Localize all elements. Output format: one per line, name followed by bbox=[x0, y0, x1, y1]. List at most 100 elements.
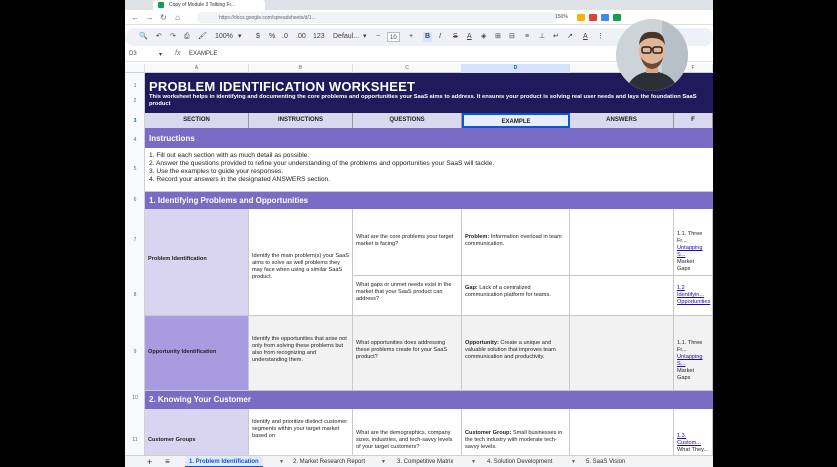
formula-input[interactable]: EXAMPLE bbox=[189, 51, 217, 57]
reference-cell[interactable]: 1.3. Custom... What They... bbox=[674, 409, 713, 455]
forward-icon[interactable]: → bbox=[145, 13, 154, 22]
column-header-b[interactable]: B bbox=[249, 64, 353, 73]
bold-button[interactable]: B bbox=[423, 32, 433, 42]
reference-link[interactable]: 1.2 Identifyin... bbox=[677, 285, 704, 298]
reference-link[interactable]: 1.3. Custom... bbox=[677, 433, 701, 446]
answer-cell[interactable] bbox=[570, 409, 674, 455]
add-sheet-button[interactable]: + bbox=[147, 456, 152, 467]
reference-cell[interactable]: 1.1. Three Fr... Untapping S... Market G… bbox=[674, 316, 713, 391]
browser-zoom-chip[interactable]: 150% bbox=[555, 14, 568, 20]
sheet-tab-saas-vision[interactable]: 5. SaaS Vision bbox=[586, 456, 625, 467]
font-color-icon[interactable]: A bbox=[583, 32, 588, 42]
horizontal-align-icon[interactable]: ≡ bbox=[525, 32, 529, 42]
question-cell[interactable]: What are the core problems your target m… bbox=[353, 209, 462, 276]
text-wrapping-icon[interactable]: ↵ bbox=[553, 32, 559, 42]
row-header[interactable]: 5 bbox=[125, 166, 145, 172]
example-cell[interactable]: Customer Group: Small businesses in the … bbox=[462, 409, 570, 455]
sheet-tab-market-research[interactable]: 2. Market Research Report bbox=[293, 456, 365, 467]
customer-instruction-cell[interactable]: Identify and prioritize distinct custome… bbox=[249, 409, 353, 455]
row-header[interactable]: 2 bbox=[125, 98, 145, 104]
opportunity-identification-label[interactable]: Opportunity Identification bbox=[145, 316, 249, 391]
row-header[interactable]: 6 bbox=[125, 197, 145, 203]
problem-identification-label[interactable]: Problem Identification bbox=[145, 209, 249, 316]
name-box[interactable]: D3 bbox=[129, 51, 137, 57]
text-rotation-icon[interactable]: ↗ bbox=[567, 32, 573, 42]
answer-cell[interactable] bbox=[570, 316, 674, 391]
sheet-tab-problem-identification[interactable]: 1. Problem Identification bbox=[185, 456, 263, 467]
increase-decimal-button[interactable]: .00 bbox=[296, 32, 306, 42]
percent-format-button[interactable]: % bbox=[269, 32, 275, 42]
vertical-align-icon[interactable]: ⊥ bbox=[539, 32, 545, 42]
currency-format-button[interactable]: $ bbox=[256, 32, 260, 42]
section-1-heading[interactable]: 1. Identifying Problems and Opportunitie… bbox=[149, 196, 308, 205]
fill-color-icon[interactable]: ◈ bbox=[481, 32, 486, 42]
question-cell[interactable]: What are the demographics, company sizes… bbox=[353, 409, 462, 455]
italic-button[interactable]: I bbox=[439, 32, 441, 42]
decrease-decimal-button[interactable]: .0 bbox=[282, 32, 288, 42]
question-cell[interactable]: What gaps or unmet needs exist in the ma… bbox=[353, 276, 462, 316]
row-header[interactable]: 11 bbox=[125, 437, 145, 443]
reference-link[interactable]: Untapping S... bbox=[677, 245, 703, 258]
example-cell[interactable]: Problem: Information overload in team co… bbox=[462, 209, 570, 276]
answer-cell[interactable] bbox=[570, 276, 674, 316]
customer-groups-label[interactable]: Customer Groups bbox=[145, 409, 249, 455]
paint-format-icon[interactable]: 🖌 bbox=[198, 32, 207, 42]
all-sheets-button[interactable]: ≡ bbox=[165, 456, 170, 467]
column-header-d[interactable]: D bbox=[462, 64, 570, 73]
column-header-c[interactable]: C bbox=[353, 64, 462, 73]
select-all-corner[interactable] bbox=[125, 64, 145, 73]
row-header[interactable]: 9 bbox=[125, 349, 145, 355]
merge-cells-icon[interactable]: ⊟ bbox=[509, 32, 515, 42]
worksheet-title[interactable]: PROBLEM IDENTIFICATION WORKSHEET bbox=[149, 79, 415, 94]
header-section[interactable]: SECTION bbox=[145, 113, 249, 128]
row-header[interactable]: 7 bbox=[125, 237, 145, 243]
reload-icon[interactable]: ↻ bbox=[159, 13, 168, 22]
opportunity-instruction-cell[interactable]: Identify the opportunities that arise no… bbox=[249, 316, 353, 391]
text-color-button[interactable]: A bbox=[467, 32, 472, 42]
reference-link[interactable]: Opportunities bbox=[677, 299, 710, 305]
zoom-select[interactable]: 100% bbox=[215, 32, 233, 42]
reference-cell[interactable]: 1.1. Three Fr... Untapping S... Market G… bbox=[674, 209, 713, 276]
redo-icon[interactable]: ↷ bbox=[170, 32, 176, 42]
sheet-tab-solution-development[interactable]: 4. Solution Development bbox=[487, 456, 552, 467]
example-cell[interactable]: Gap: Lack of a centralized communication… bbox=[462, 276, 570, 316]
more-options-icon[interactable]: ⋮ bbox=[597, 32, 604, 42]
extension-icon[interactable] bbox=[613, 14, 621, 21]
back-icon[interactable]: ← bbox=[131, 13, 140, 22]
font-size-input[interactable]: 10 bbox=[387, 32, 400, 42]
header-questions[interactable]: QUESTIONS bbox=[353, 113, 462, 128]
font-size-increase-icon[interactable]: + bbox=[409, 32, 413, 42]
extension-icon[interactable] bbox=[577, 14, 585, 21]
header-instructions[interactable]: INSTRUCTIONS bbox=[249, 113, 353, 128]
header-answers[interactable]: ANSWERS bbox=[570, 113, 674, 128]
chevron-down-icon[interactable]: ▼ bbox=[381, 456, 386, 467]
number-format-button[interactable]: 123 bbox=[313, 32, 325, 42]
reference-link[interactable]: Untapping S... bbox=[677, 354, 703, 367]
browser-tab[interactable]: Copy of Module 3 Talking Fr... bbox=[153, 0, 265, 10]
strikethrough-button[interactable]: S bbox=[453, 32, 458, 42]
chevron-down-icon[interactable]: ▼ bbox=[279, 456, 284, 467]
row-header[interactable]: 3 bbox=[125, 118, 145, 124]
row-header[interactable]: 4 bbox=[125, 137, 145, 143]
sheet-tab-competitive-matrix[interactable]: 3. Competitive Matrix bbox=[397, 456, 453, 467]
print-icon[interactable]: ⎙ bbox=[184, 32, 190, 42]
chevron-down-icon[interactable]: ▼ bbox=[571, 456, 576, 467]
header-example[interactable]: EXAMPLE bbox=[462, 113, 570, 128]
borders-icon[interactable]: ⊞ bbox=[495, 32, 501, 42]
row-header[interactable]: 8 bbox=[125, 292, 145, 298]
instructions-list[interactable]: 1. Fill out each section with as much de… bbox=[145, 148, 713, 192]
extension-icon[interactable] bbox=[601, 14, 609, 21]
question-cell[interactable]: What opportunities does addressing these… bbox=[353, 316, 462, 391]
reference-cell[interactable]: 1.2 Identifyin... Opportunities bbox=[674, 276, 713, 316]
home-icon[interactable]: ⌂ bbox=[173, 13, 182, 22]
header-f[interactable]: F bbox=[674, 113, 713, 128]
problem-instruction-cell[interactable]: Identify the main problem(s) your SaaS a… bbox=[249, 209, 353, 316]
row-header[interactable]: 10 bbox=[125, 395, 145, 401]
font-select[interactable]: Defaul... bbox=[333, 32, 359, 42]
row-header[interactable]: 1 bbox=[125, 83, 145, 89]
column-header-a[interactable]: A bbox=[145, 64, 249, 73]
search-menus-icon[interactable]: 🔍 bbox=[139, 32, 148, 42]
answer-cell[interactable] bbox=[570, 209, 674, 276]
extension-icon[interactable] bbox=[589, 14, 597, 21]
undo-icon[interactable]: ↶ bbox=[156, 32, 162, 42]
